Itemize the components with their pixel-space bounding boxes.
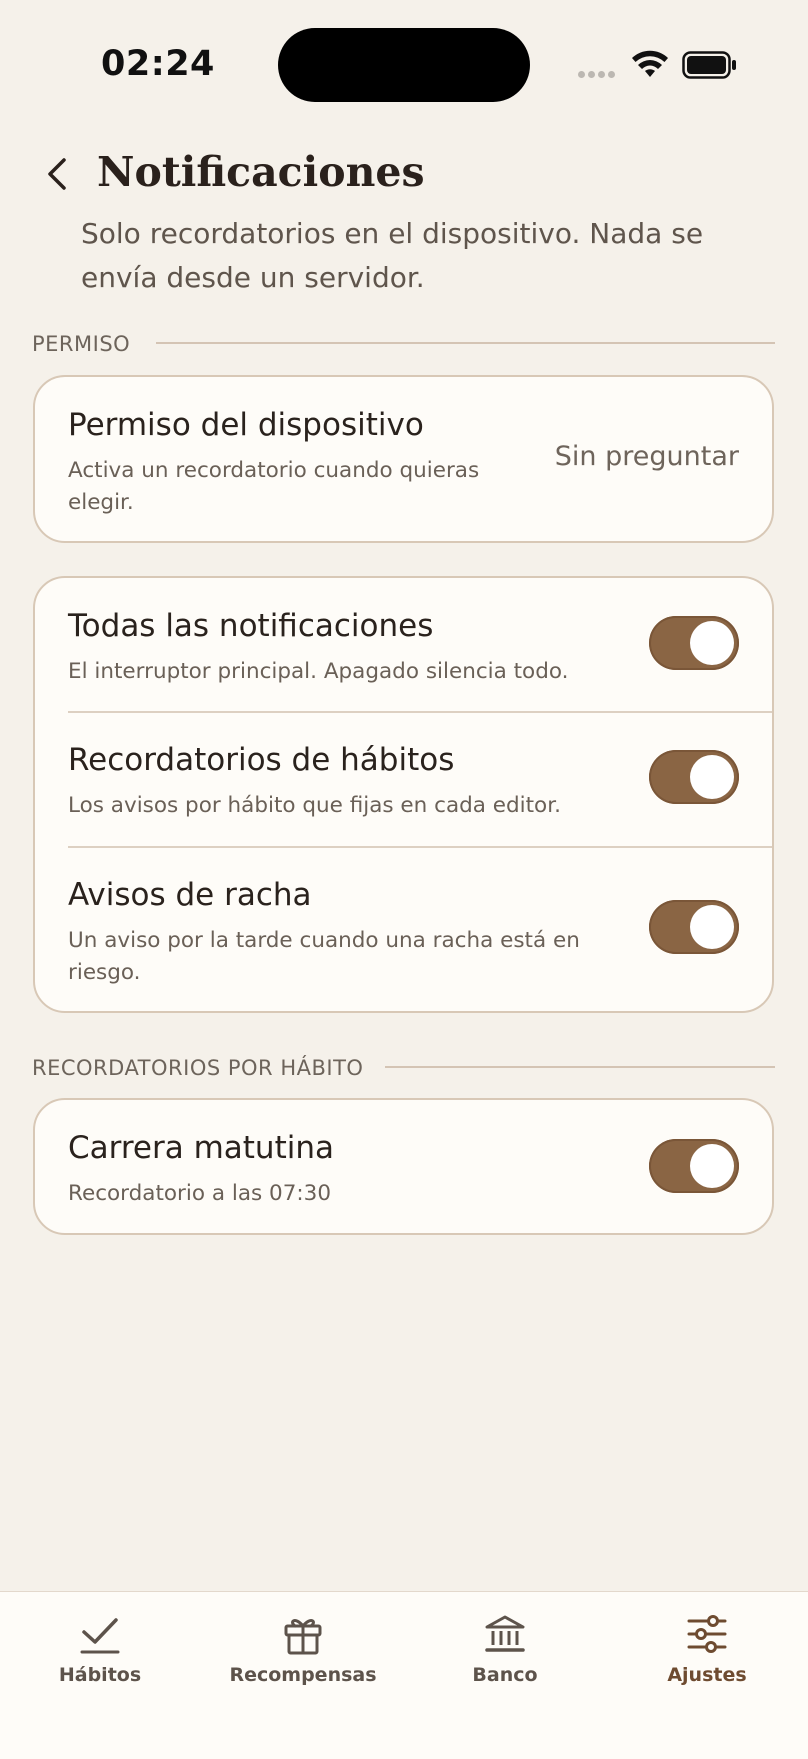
toggle-description: Los avisos por hábito que fijas en cada … bbox=[68, 793, 561, 818]
tab-bar: Hábitos Recompensas Banco Ajustes bbox=[0, 1591, 808, 1759]
page-subtitle: Solo recordatorios en el dispositivo. Na… bbox=[81, 217, 704, 294]
notification-toggles-card: Todas las notificaciones El interruptor … bbox=[33, 576, 774, 1013]
permission-status: Sin preguntar bbox=[554, 441, 739, 472]
battery-icon bbox=[682, 51, 736, 79]
section-divider bbox=[385, 1066, 775, 1068]
tab-bank[interactable]: Banco bbox=[405, 1612, 605, 1686]
toggle-row-habit-reminders[interactable]: Recordatorios de hábitos Los avisos por … bbox=[35, 713, 772, 847]
toggle-row-all-notifications[interactable]: Todas las notificaciones El interruptor … bbox=[35, 578, 772, 712]
habit-name: Carrera matutina bbox=[68, 1130, 334, 1166]
toggle-description: El interruptor principal. Apagado silenc… bbox=[68, 659, 569, 684]
habit-reminders-toggle[interactable] bbox=[649, 750, 739, 804]
bank-icon bbox=[485, 1615, 525, 1652]
habit-reminder-toggle[interactable] bbox=[649, 1139, 739, 1193]
dynamic-island bbox=[278, 28, 530, 102]
section-label-permission: PERMISO bbox=[32, 332, 131, 356]
habit-reminders-card: Carrera matutina Recordatorio a las 07:3… bbox=[33, 1098, 774, 1235]
tab-label: Ajustes bbox=[667, 1664, 747, 1686]
tab-habits[interactable]: Hábitos bbox=[0, 1612, 200, 1686]
page-title: Notificaciones bbox=[97, 148, 425, 196]
permission-description: Activa un recordatorio cuando quieras el… bbox=[68, 458, 480, 515]
tab-label: Banco bbox=[472, 1664, 538, 1686]
status-time: 02:24 bbox=[101, 44, 215, 84]
toggle-knob bbox=[690, 1144, 734, 1188]
tab-settings[interactable]: Ajustes bbox=[607, 1612, 807, 1686]
tab-rewards[interactable]: Recompensas bbox=[203, 1612, 403, 1686]
all-notifications-toggle[interactable] bbox=[649, 616, 739, 670]
tab-label: Recompensas bbox=[229, 1664, 377, 1686]
habit-reminder-row[interactable]: Carrera matutina Recordatorio a las 07:3… bbox=[35, 1100, 772, 1233]
toggle-row-streak-alerts[interactable]: Avisos de racha Un aviso por la tarde cu… bbox=[35, 848, 772, 1011]
section-divider bbox=[156, 342, 775, 344]
toggle-knob bbox=[690, 621, 734, 665]
sliders-icon bbox=[687, 1615, 727, 1653]
gift-icon bbox=[284, 1619, 322, 1655]
toggle-title: Recordatorios de hábitos bbox=[68, 742, 455, 778]
toggle-title: Todas las notificaciones bbox=[68, 608, 434, 644]
streak-alerts-toggle[interactable] bbox=[649, 900, 739, 954]
permission-card[interactable]: Permiso del dispositivo Activa un record… bbox=[33, 375, 774, 543]
signal-icon bbox=[578, 71, 620, 79]
check-icon bbox=[80, 1618, 120, 1654]
permission-title: Permiso del dispositivo bbox=[68, 407, 424, 443]
habit-reminder-time: Recordatorio a las 07:30 bbox=[68, 1181, 331, 1206]
tab-label: Hábitos bbox=[58, 1664, 142, 1686]
toggle-title: Avisos de racha bbox=[68, 877, 312, 913]
wifi-icon bbox=[632, 50, 668, 77]
toggle-knob bbox=[690, 755, 734, 799]
back-chevron-icon[interactable] bbox=[40, 152, 76, 196]
status-bar: 02:24 bbox=[0, 0, 808, 130]
toggle-knob bbox=[690, 905, 734, 949]
toggle-description: Un aviso por la tarde cuando una racha e… bbox=[68, 928, 580, 985]
section-label-per-habit: RECORDATORIOS POR HÁBITO bbox=[32, 1056, 364, 1080]
